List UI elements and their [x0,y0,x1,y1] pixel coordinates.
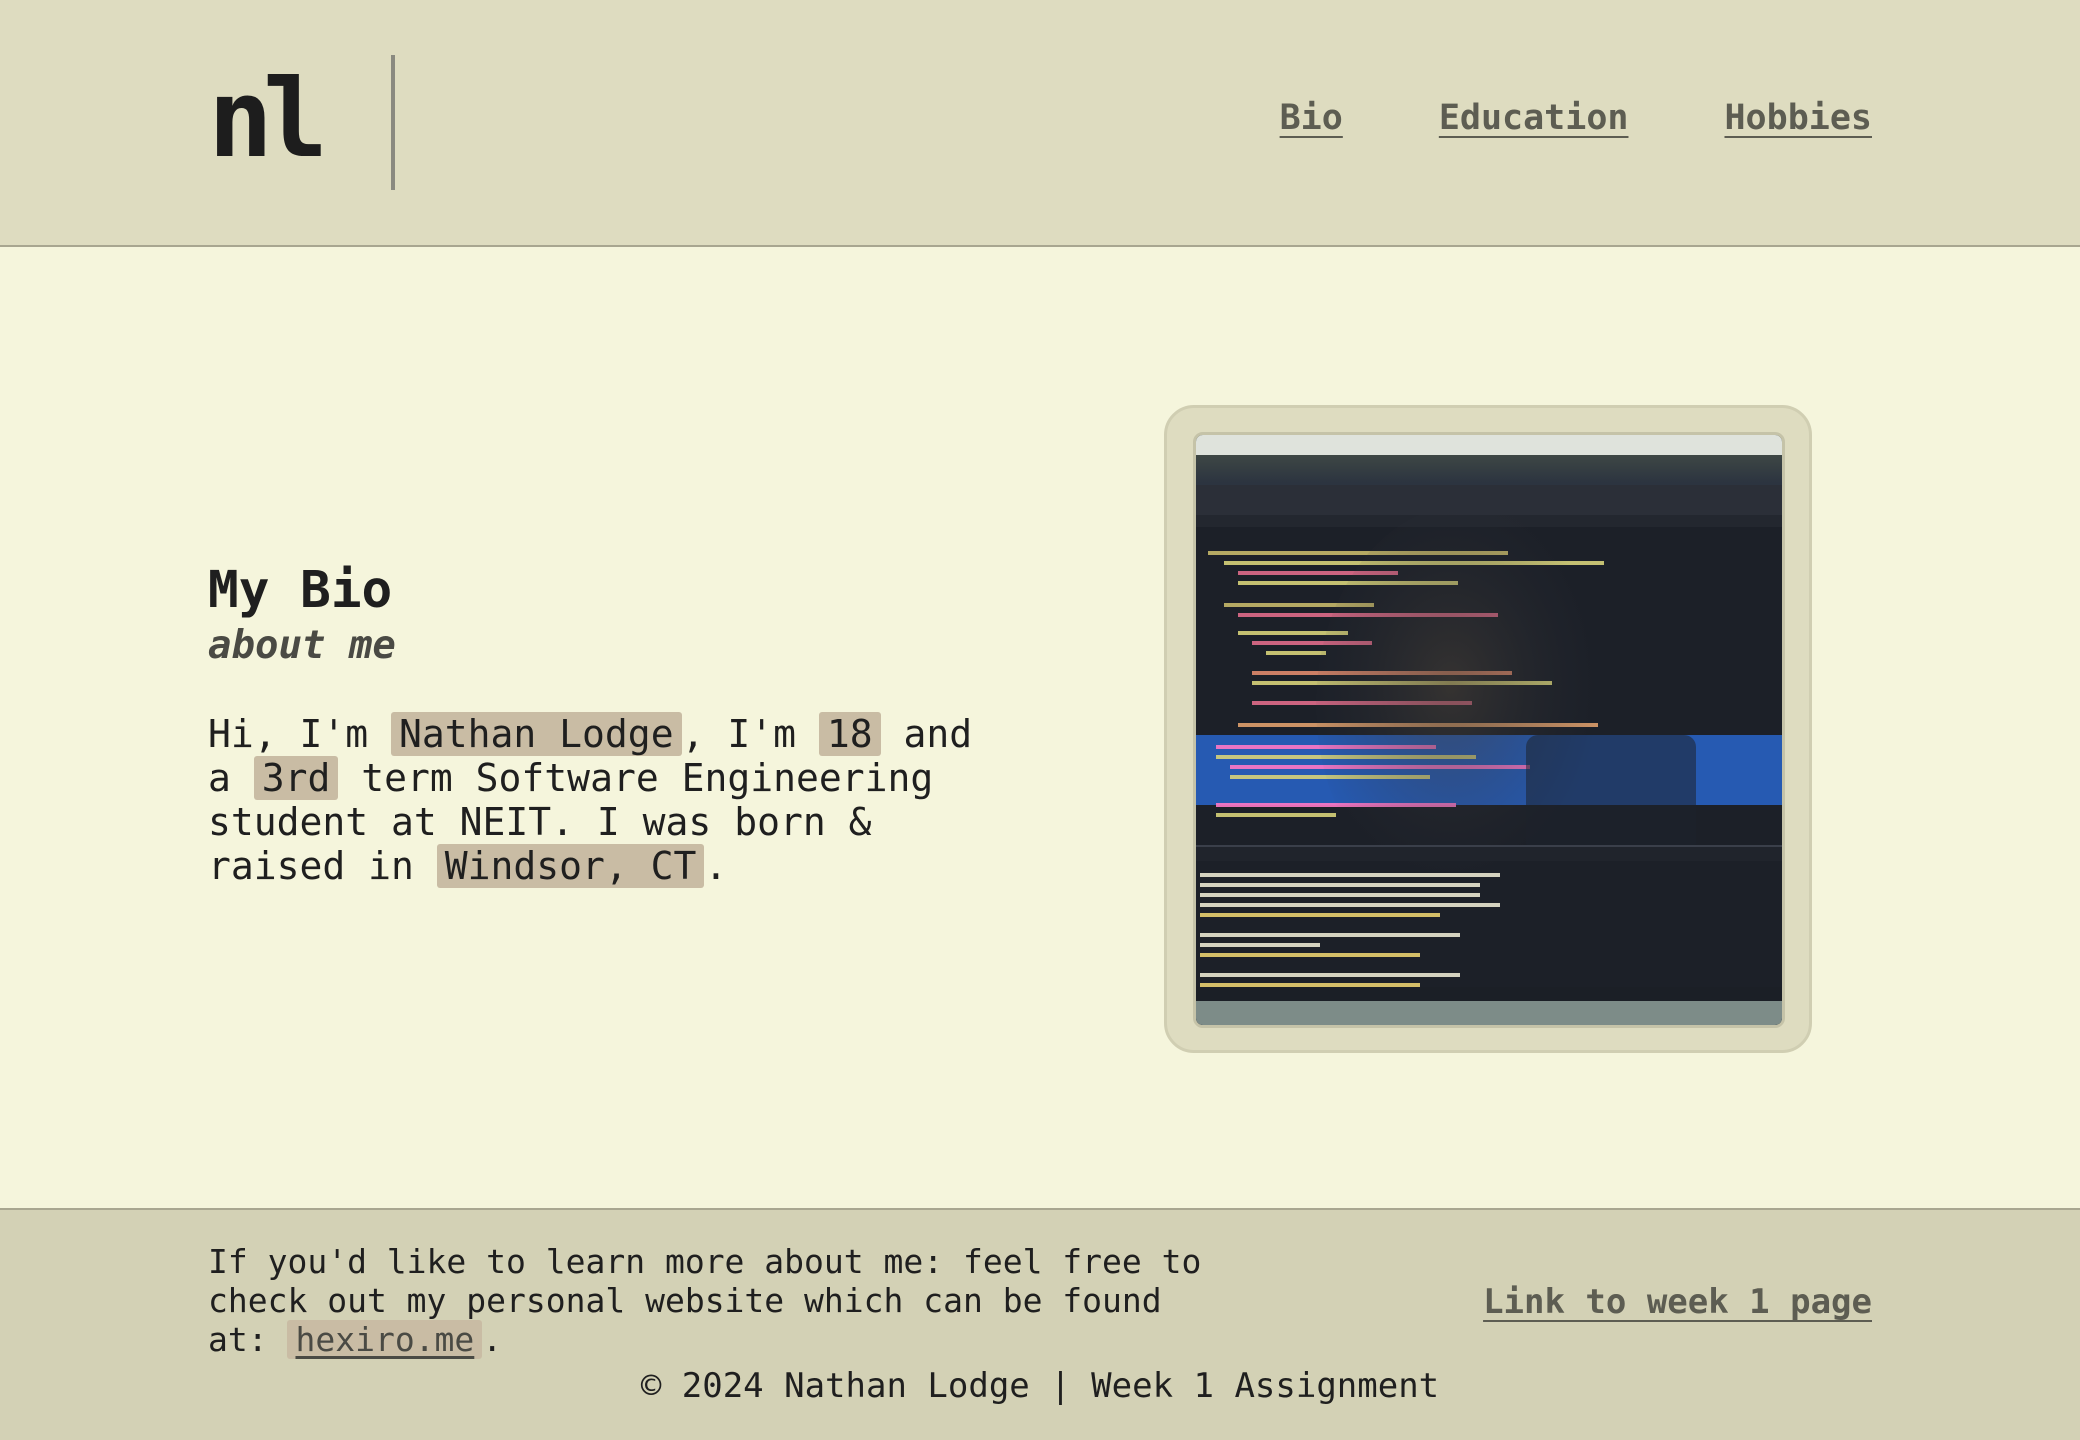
nav-link-hobbies[interactable]: Hobbies [1724,98,1872,138]
bio-title: My Bio [208,561,393,620]
bio-text-segment: , I'm [681,712,819,756]
bio-text-segment: . [704,844,728,888]
site-footer: If you'd like to learn more about me: fe… [0,1208,2080,1440]
bio-photo [1193,432,1785,1028]
bio-section: My Bio about me Hi, I'm Nathan Lodge, I'… [208,560,988,888]
week-1-link[interactable]: Link to week 1 page [1483,1282,1872,1322]
hometown-highlight: Windsor, CT [436,844,705,888]
site-logo[interactable]: nl [208,60,328,180]
main-nav: Bio Education Hobbies [1280,98,1872,138]
site-header: nl Bio Education Hobbies [0,0,2080,247]
bio-text-segment: Hi, I'm [208,712,392,756]
logo-divider [391,55,395,190]
page: nl Bio Education Hobbies My Bio about me… [0,0,2080,1440]
photo-frame [1164,405,1812,1053]
bio-subtitle: about me [208,623,396,668]
website-link[interactable]: hexiro.me [287,1320,483,1359]
copyright-text: © 2024 Nathan Lodge | Week 1 Assignment [640,1366,1440,1406]
bio-paragraph: Hi, I'm Nathan Lodge, I'm 18 and a 3rd t… [208,712,988,888]
footer-text-segment: . [482,1320,503,1359]
name-highlight: Nathan Lodge [391,712,682,756]
term-highlight: 3rd [253,756,339,800]
laptop-code-photo [1196,435,1782,1025]
age-highlight: 18 [818,712,881,756]
nav-link-bio[interactable]: Bio [1280,98,1343,138]
nav-link-education[interactable]: Education [1439,98,1629,138]
footer-message: If you'd like to learn more about me: fe… [208,1242,1208,1359]
